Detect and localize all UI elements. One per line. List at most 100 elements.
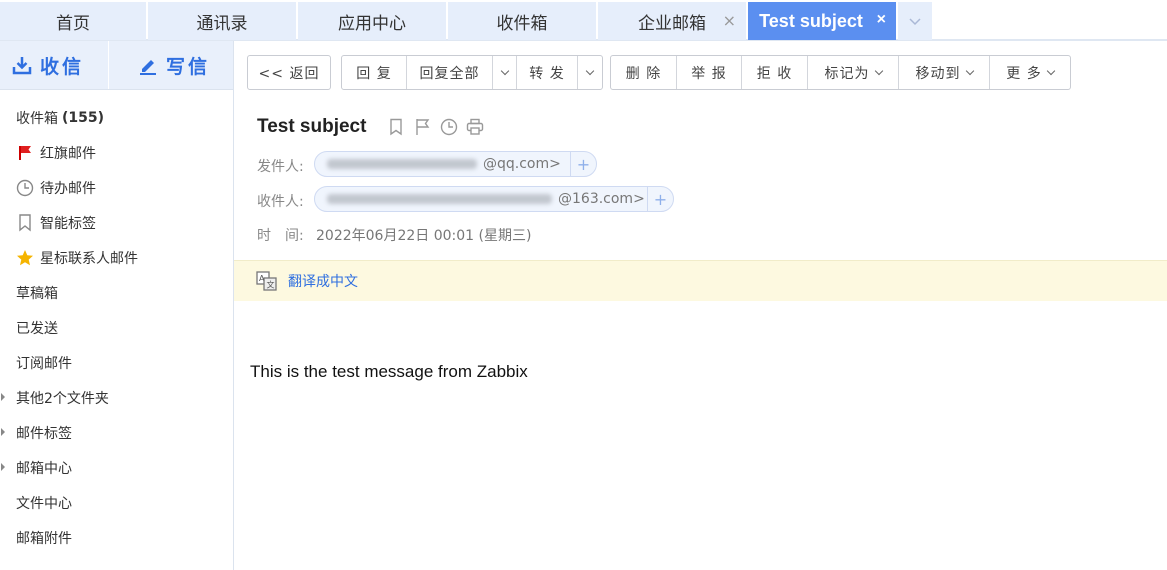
sender-address[interactable]: @qq.com> + [314, 151, 597, 177]
bookmark-icon [16, 213, 34, 232]
message-header: Test subject 发件人: @qq.com> + 收件人: @163.c… [234, 98, 1167, 260]
time-label: 时 间: [257, 228, 304, 244]
sidebar-item-label: 邮件标签 [16, 425, 72, 442]
tab-enterprise-mail[interactable]: 企业邮箱 × [598, 2, 746, 40]
star-icon [16, 249, 34, 267]
receive-button[interactable]: 收信 [12, 41, 84, 89]
redacted-text [327, 194, 552, 204]
message-subject: Test subject [257, 116, 367, 137]
translate-bar: A文 翻译成中文 [234, 260, 1167, 301]
delete-button[interactable]: 删 除 [611, 56, 677, 89]
tab-test-subject[interactable]: Test subject × [748, 2, 896, 40]
forward-button[interactable]: 转 发 [517, 56, 578, 89]
chevron-down-icon [585, 66, 595, 75]
forward-dropdown[interactable] [578, 56, 602, 89]
red-flag-icon [16, 144, 34, 162]
recipient-email: @163.com> [558, 191, 645, 207]
back-group: << 返回 [247, 55, 331, 90]
download-icon [12, 55, 32, 75]
print-icon[interactable] [466, 118, 484, 136]
clock-icon [16, 179, 34, 197]
chevron-down-icon [500, 66, 509, 75]
sidebar-item-label: 已发送 [16, 320, 58, 337]
sidebar-item-mail-center[interactable]: 邮箱中心 [0, 450, 233, 485]
tab-label: 应用中心 [338, 13, 406, 34]
tab-inbox[interactable]: 收件箱 [448, 2, 596, 40]
sidebar-item-label: 文件中心 [16, 495, 72, 512]
sidebar-item-attachments[interactable]: 邮箱附件 [0, 520, 233, 555]
mark-as-button[interactable]: 标记为 [808, 56, 899, 89]
sidebar-item-other-folders[interactable]: 其他2个文件夹 [0, 380, 233, 415]
move-to-button[interactable]: 移动到 [899, 56, 990, 89]
chevron-down-icon [874, 66, 883, 75]
tab-home[interactable]: 首页 [0, 2, 146, 40]
sidebar-item-todo[interactable]: 待办邮件 [0, 170, 233, 205]
chevron-down-icon [1046, 66, 1055, 75]
divider [108, 41, 109, 89]
svg-text:A: A [259, 274, 265, 283]
sidebar-item-label: 智能标签 [40, 215, 96, 232]
report-button[interactable]: 举 报 [677, 56, 742, 89]
tab-app-center[interactable]: 应用中心 [298, 2, 446, 40]
reply-all-dropdown[interactable] [493, 56, 517, 89]
svg-text:文: 文 [267, 280, 275, 290]
tab-more-button[interactable] [898, 2, 932, 40]
add-contact-icon[interactable]: + [570, 152, 596, 176]
sidebar-item-subscriptions[interactable]: 订阅邮件 [0, 345, 233, 380]
more-button[interactable]: 更 多 [990, 56, 1070, 89]
add-contact-icon[interactable]: + [647, 187, 673, 211]
sidebar-item-drafts[interactable]: 草稿箱 [0, 275, 233, 310]
receive-label: 收信 [40, 55, 85, 78]
close-icon[interactable]: × [723, 11, 736, 30]
translate-link[interactable]: 翻译成中文 [288, 271, 358, 291]
write-button[interactable]: 写信 [138, 41, 210, 89]
close-icon[interactable]: × [877, 11, 886, 29]
recipient-address[interactable]: @163.com> + [314, 186, 674, 212]
sidebar-item-label: 其他2个文件夹 [16, 390, 109, 407]
reject-button[interactable]: 拒 收 [742, 56, 808, 89]
tab-label: 企业邮箱 [638, 13, 706, 34]
tab-label: 首页 [56, 13, 90, 34]
sidebar: 收信 写信 收件箱 (155) 红旗邮件 待办邮件 智能标签 星标联系人邮件 草… [0, 41, 234, 570]
sidebar-item-label: 邮箱附件 [16, 530, 72, 547]
message-body: This is the test message from Zabbix [250, 362, 528, 381]
sidebar-item-smart-tags[interactable]: 智能标签 [0, 205, 233, 240]
tab-label: 收件箱 [496, 13, 548, 34]
sidebar-item-red-flag[interactable]: 红旗邮件 [0, 135, 233, 170]
sidebar-item-inbox[interactable]: 收件箱 (155) [0, 100, 233, 135]
time-value: 2022年06月22日 00:01 (星期三) [316, 228, 532, 244]
folder-list: 收件箱 (155) 红旗邮件 待办邮件 智能标签 星标联系人邮件 草稿箱 已发送… [0, 100, 233, 555]
sidebar-item-mail-tags[interactable]: 邮件标签 [0, 415, 233, 450]
sender-email: @qq.com> [483, 156, 561, 172]
subject-actions [388, 118, 484, 136]
from-label: 发件人: [257, 159, 304, 175]
reply-all-button[interactable]: 回复全部 [407, 56, 493, 89]
reply-button[interactable]: 回 复 [342, 56, 407, 89]
to-label: 收件人: [257, 194, 304, 210]
sidebar-item-sent[interactable]: 已发送 [0, 310, 233, 345]
expand-caret-icon[interactable] [1, 393, 5, 401]
move-to-label: 移动到 [915, 65, 961, 82]
action-group: 删 除 举 报 拒 收 标记为 移动到 更 多 [610, 55, 1071, 90]
sidebar-item-label: 收件箱 [16, 110, 58, 127]
redacted-text [327, 159, 477, 169]
sidebar-item-label: 草稿箱 [16, 285, 58, 302]
back-button[interactable]: << 返回 [248, 56, 330, 89]
chevron-down-icon [965, 66, 974, 75]
tab-label: Test subject [759, 10, 863, 31]
pencil-icon [138, 55, 158, 75]
bookmark-icon[interactable] [388, 118, 406, 136]
sidebar-item-label: 星标联系人邮件 [40, 250, 138, 267]
mark-as-label: 标记为 [824, 65, 870, 82]
expand-caret-icon[interactable] [1, 428, 5, 436]
sidebar-item-label: 邮箱中心 [16, 460, 72, 477]
expand-caret-icon[interactable] [1, 463, 5, 471]
compose-actions: 收信 写信 [0, 41, 233, 90]
flag-icon[interactable] [414, 118, 432, 136]
translate-icon: A文 [256, 271, 278, 291]
write-label: 写信 [166, 55, 211, 78]
sidebar-item-starred[interactable]: 星标联系人邮件 [0, 240, 233, 275]
sidebar-item-file-center[interactable]: 文件中心 [0, 485, 233, 520]
clock-icon[interactable] [440, 118, 458, 136]
tab-contacts[interactable]: 通讯录 [148, 2, 296, 40]
